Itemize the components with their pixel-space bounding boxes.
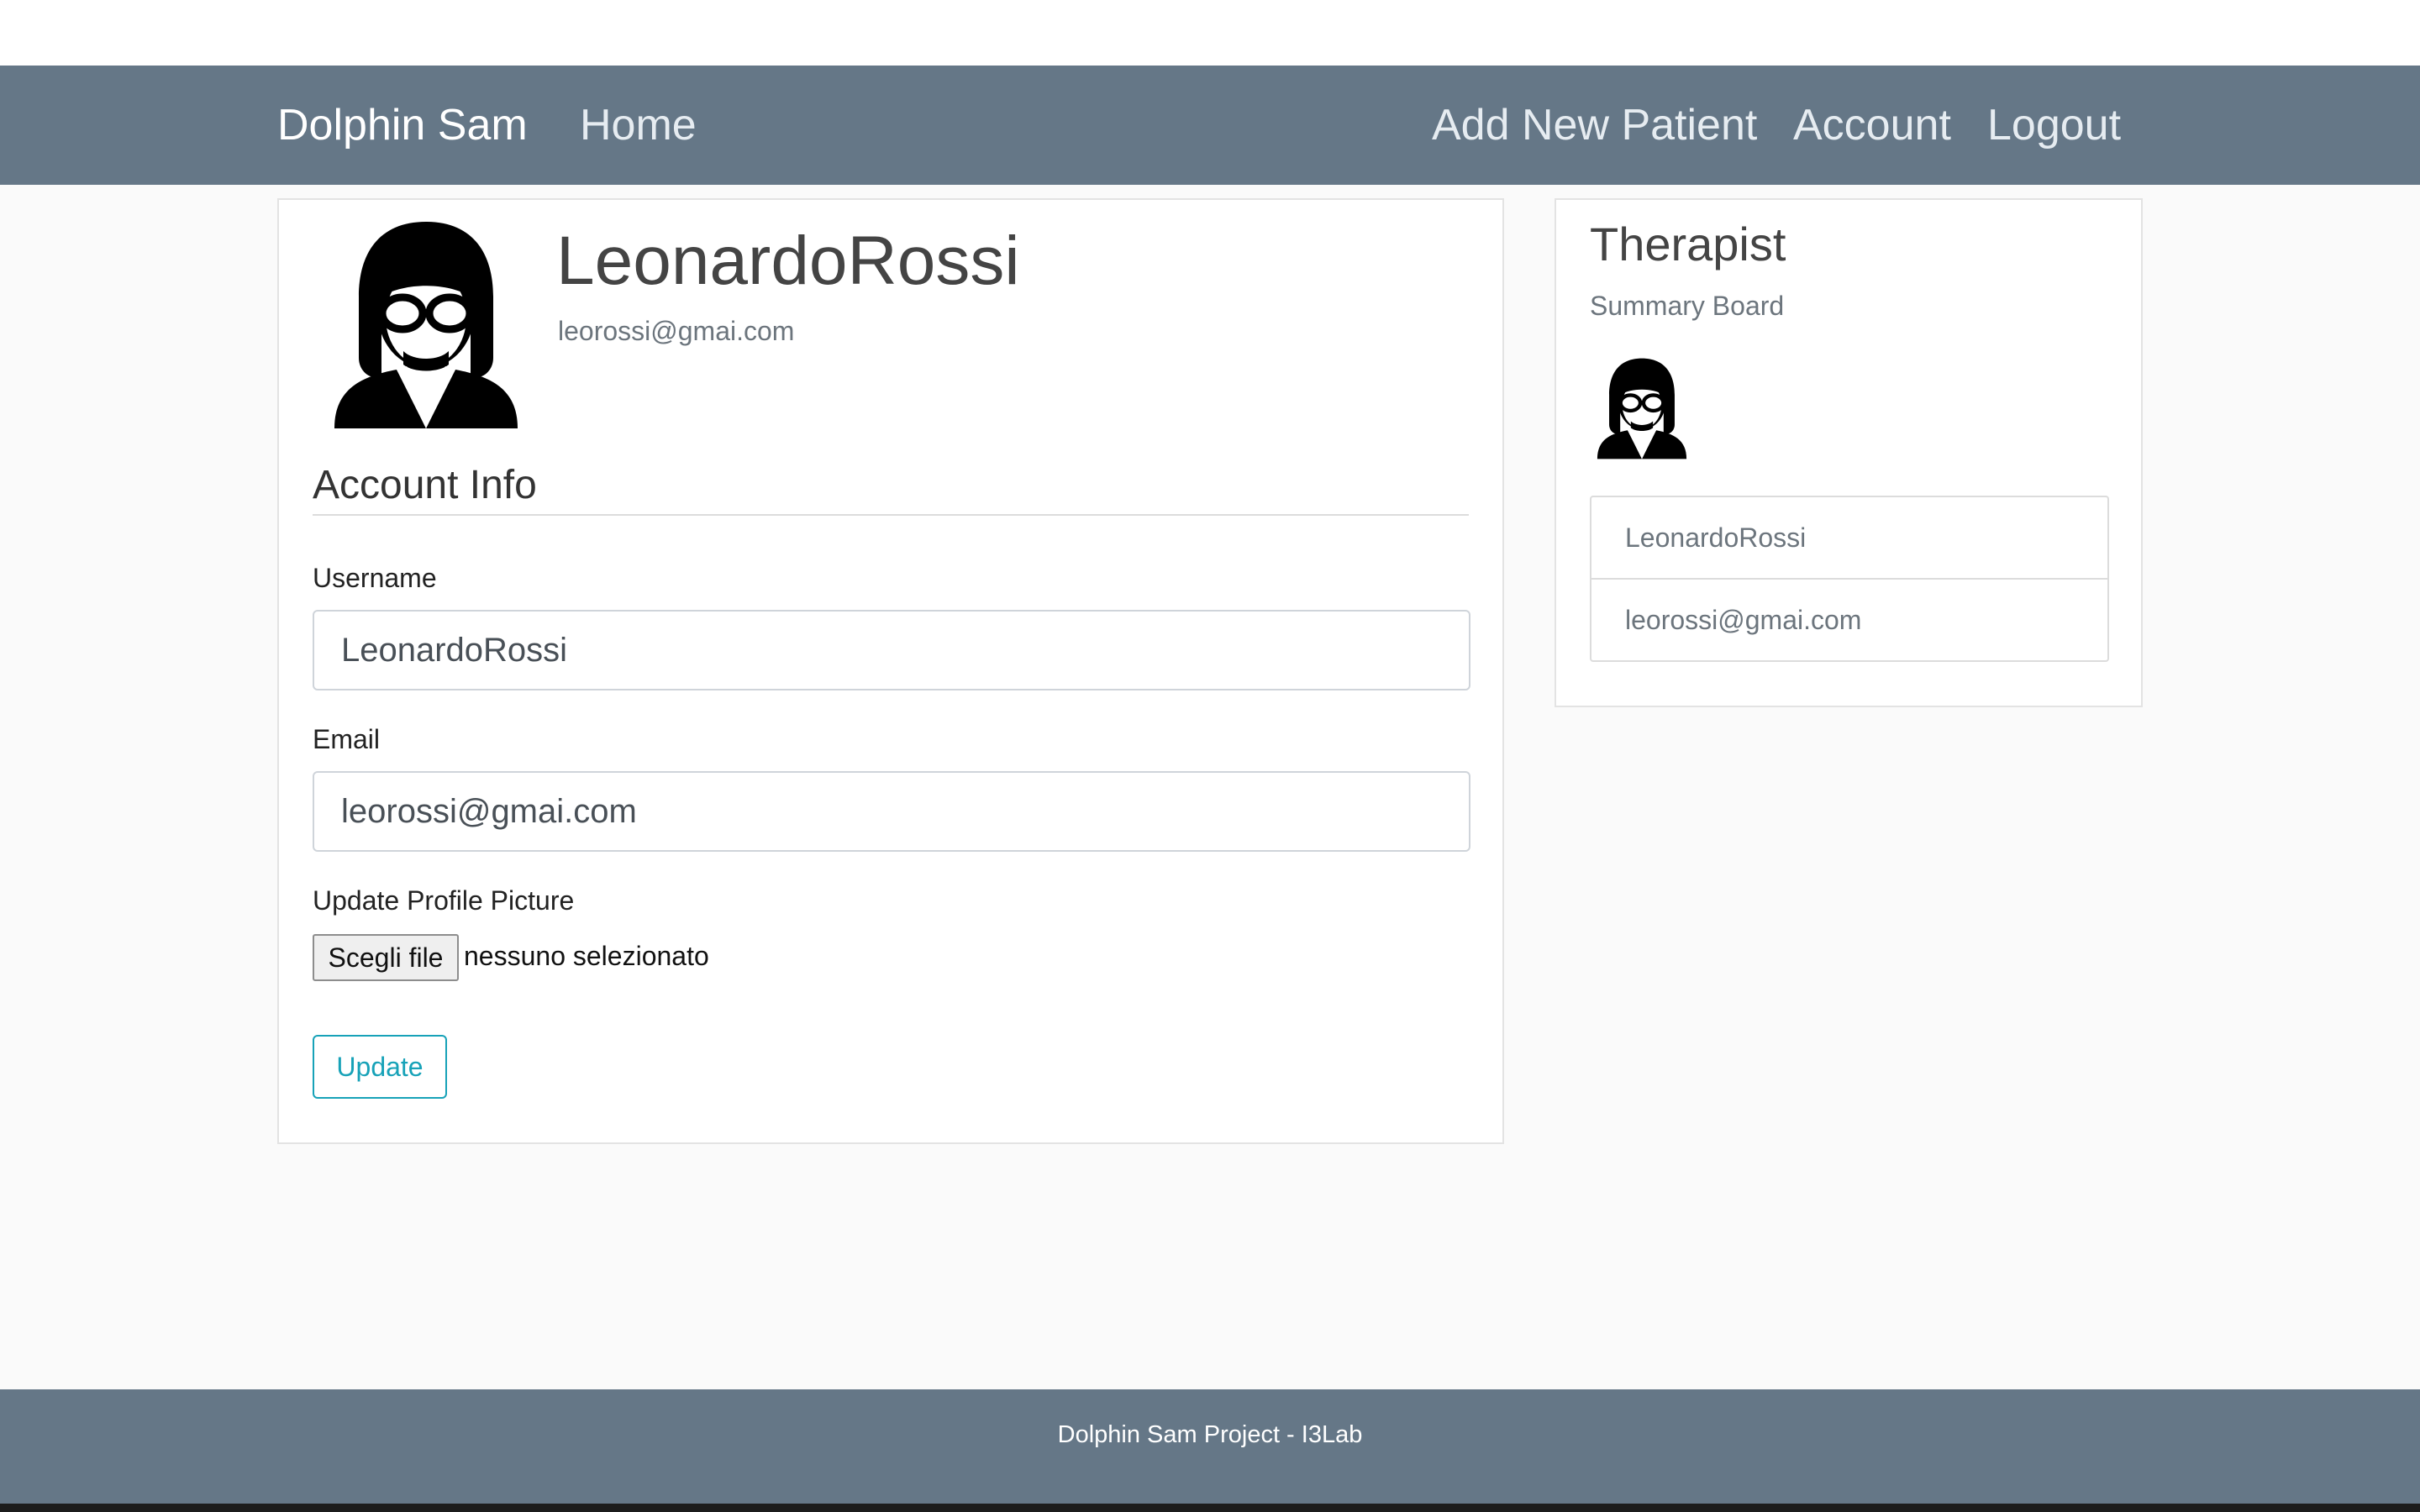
sidebar-title: Therapist (1590, 218, 1786, 270)
update-button[interactable]: Update (313, 1035, 447, 1099)
navbar: Dolphin Sam Home Add New Patient Account… (0, 66, 2420, 185)
footer-bottom-bar (0, 1504, 2420, 1512)
footer-text: Dolphin Sam Project - I3Lab (1057, 1421, 1363, 1448)
nav-account-link[interactable]: Account (1793, 66, 1951, 185)
top-strip (0, 0, 2420, 66)
nav-logout-link[interactable]: Logout (1987, 66, 2121, 185)
summary-list: LeonardoRossi leorossi@gmai.com (1590, 496, 2109, 662)
nav-home-link[interactable]: Home (580, 66, 697, 185)
footer: Dolphin Sam Project - I3Lab (0, 1389, 2420, 1512)
username-input[interactable] (313, 610, 1470, 690)
section-divider (313, 514, 1469, 516)
username-label: Username (313, 563, 437, 593)
summary-email-item: leorossi@gmai.com (1591, 578, 2107, 660)
profile-name: LeonardoRossi (556, 223, 1020, 299)
account-card: LeonardoRossi leorossi@gmai.com Account … (277, 198, 1504, 1144)
sidebar-subtitle: Summary Board (1590, 291, 1785, 321)
email-label: Email (313, 724, 381, 754)
choose-file-button[interactable]: Scegli file (313, 934, 459, 981)
nav-brand-link[interactable]: Dolphin Sam (277, 66, 528, 185)
account-info-title: Account Info (313, 463, 537, 507)
email-input[interactable] (313, 771, 1470, 852)
therapist-avatar-icon (1595, 351, 1689, 464)
profile-picture-label: Update Profile Picture (313, 885, 575, 916)
file-status-text: nessuno selezionato (464, 941, 709, 971)
profile-email: leorossi@gmai.com (558, 316, 795, 346)
therapist-avatar-icon (329, 217, 523, 428)
summary-username-item: LeonardoRossi (1625, 522, 1807, 553)
therapist-summary-card: Therapist Summary Board LeonardoRossi le… (1555, 198, 2143, 707)
nav-add-patient-link[interactable]: Add New Patient (1432, 66, 1757, 185)
